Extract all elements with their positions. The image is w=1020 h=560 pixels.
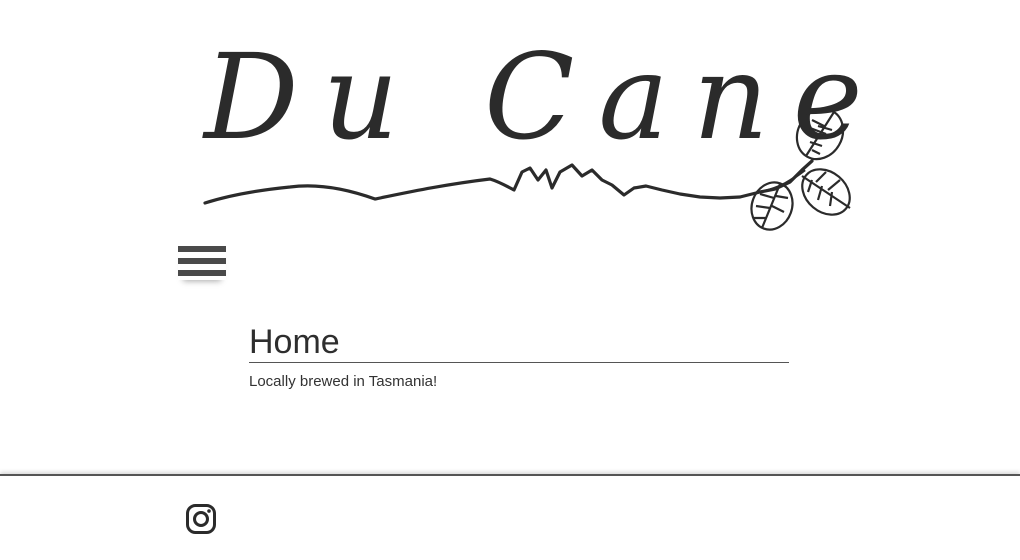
instagram-link[interactable]: [185, 503, 217, 535]
hamburger-menu-button[interactable]: [178, 244, 226, 280]
logo-graphic: Du Cane: [202, 30, 860, 231]
hamburger-menu-icon-bar: [178, 246, 226, 252]
instagram-icon: [186, 504, 216, 534]
page: Du Cane Home Locally brewed in Tasmania!: [0, 0, 1020, 560]
main-content: Home Locally brewed in Tasmania!: [249, 322, 789, 390]
hamburger-menu-icon-bar: [178, 258, 226, 264]
footer: [0, 474, 1020, 560]
page-tagline: Locally brewed in Tasmania!: [249, 373, 438, 390]
page-title: Home: [249, 322, 789, 363]
logo-text: Du Cane: [202, 30, 860, 166]
hamburger-menu-icon-bar: [178, 270, 226, 276]
site-logo[interactable]: Du Cane: [200, 30, 860, 235]
